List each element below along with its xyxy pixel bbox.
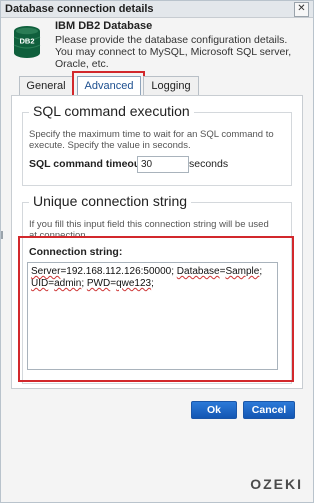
connection-string-label: Connection string: xyxy=(29,246,123,258)
sql-timeout-label: SQL command timeout: xyxy=(29,158,148,170)
header-title: IBM DB2 Database xyxy=(55,20,153,32)
seconds-label: seconds xyxy=(189,158,229,170)
tab-general[interactable]: General xyxy=(19,76,73,96)
tab-logging[interactable]: Logging xyxy=(143,76,199,96)
sql-timeout-input[interactable]: 30 xyxy=(137,156,189,173)
icon-text: DB2 xyxy=(19,37,34,46)
ok-button[interactable]: Ok xyxy=(191,401,237,419)
connection-string-textarea[interactable]: Server=192.168.112.126:50000; Database=S… xyxy=(27,262,278,370)
conn-pwd: PWD xyxy=(86,278,111,289)
ozeki-logo: OZEKI xyxy=(250,476,303,492)
conn-database: Database xyxy=(176,266,220,277)
connection-line-1: Server=192.168.112.126:50000; Database=S… xyxy=(31,266,274,278)
cancel-button[interactable]: Cancel xyxy=(243,401,295,419)
sql-command-group: SQL command execution Specify the maximu… xyxy=(22,103,292,186)
conn-sample: Sample xyxy=(225,266,260,277)
close-button[interactable]: ✕ xyxy=(294,2,309,17)
conn-password: qwe123 xyxy=(116,278,152,289)
dialog-window: Database connection details ✕ DB2 IBM DB… xyxy=(0,0,314,503)
resize-grip[interactable] xyxy=(1,231,3,239)
settings-panel: SQL command execution Specify the maximu… xyxy=(11,95,303,389)
conn-semicolon-3: ; xyxy=(151,278,154,289)
connection-group-title: Unique connection string xyxy=(29,193,192,209)
window-title: Database connection details xyxy=(5,3,154,15)
conn-semicolon: ; xyxy=(259,266,263,277)
header-description: Please provide the database configuratio… xyxy=(55,34,292,70)
connection-line-2: UID=admin; PWD=qwe123; xyxy=(31,278,274,290)
sql-group-title: SQL command execution xyxy=(29,103,194,119)
conn-server: Server xyxy=(31,266,61,277)
conn-admin: admin xyxy=(54,278,82,289)
conn-ip: =192.168.112.126:50000; xyxy=(60,266,177,277)
conn-uid: UID xyxy=(31,278,49,289)
title-bar: Database connection details ✕ xyxy=(1,1,313,18)
sql-help-text: Specify the maximum time to wait for an … xyxy=(29,129,274,151)
db2-database-icon: DB2 xyxy=(13,26,41,58)
